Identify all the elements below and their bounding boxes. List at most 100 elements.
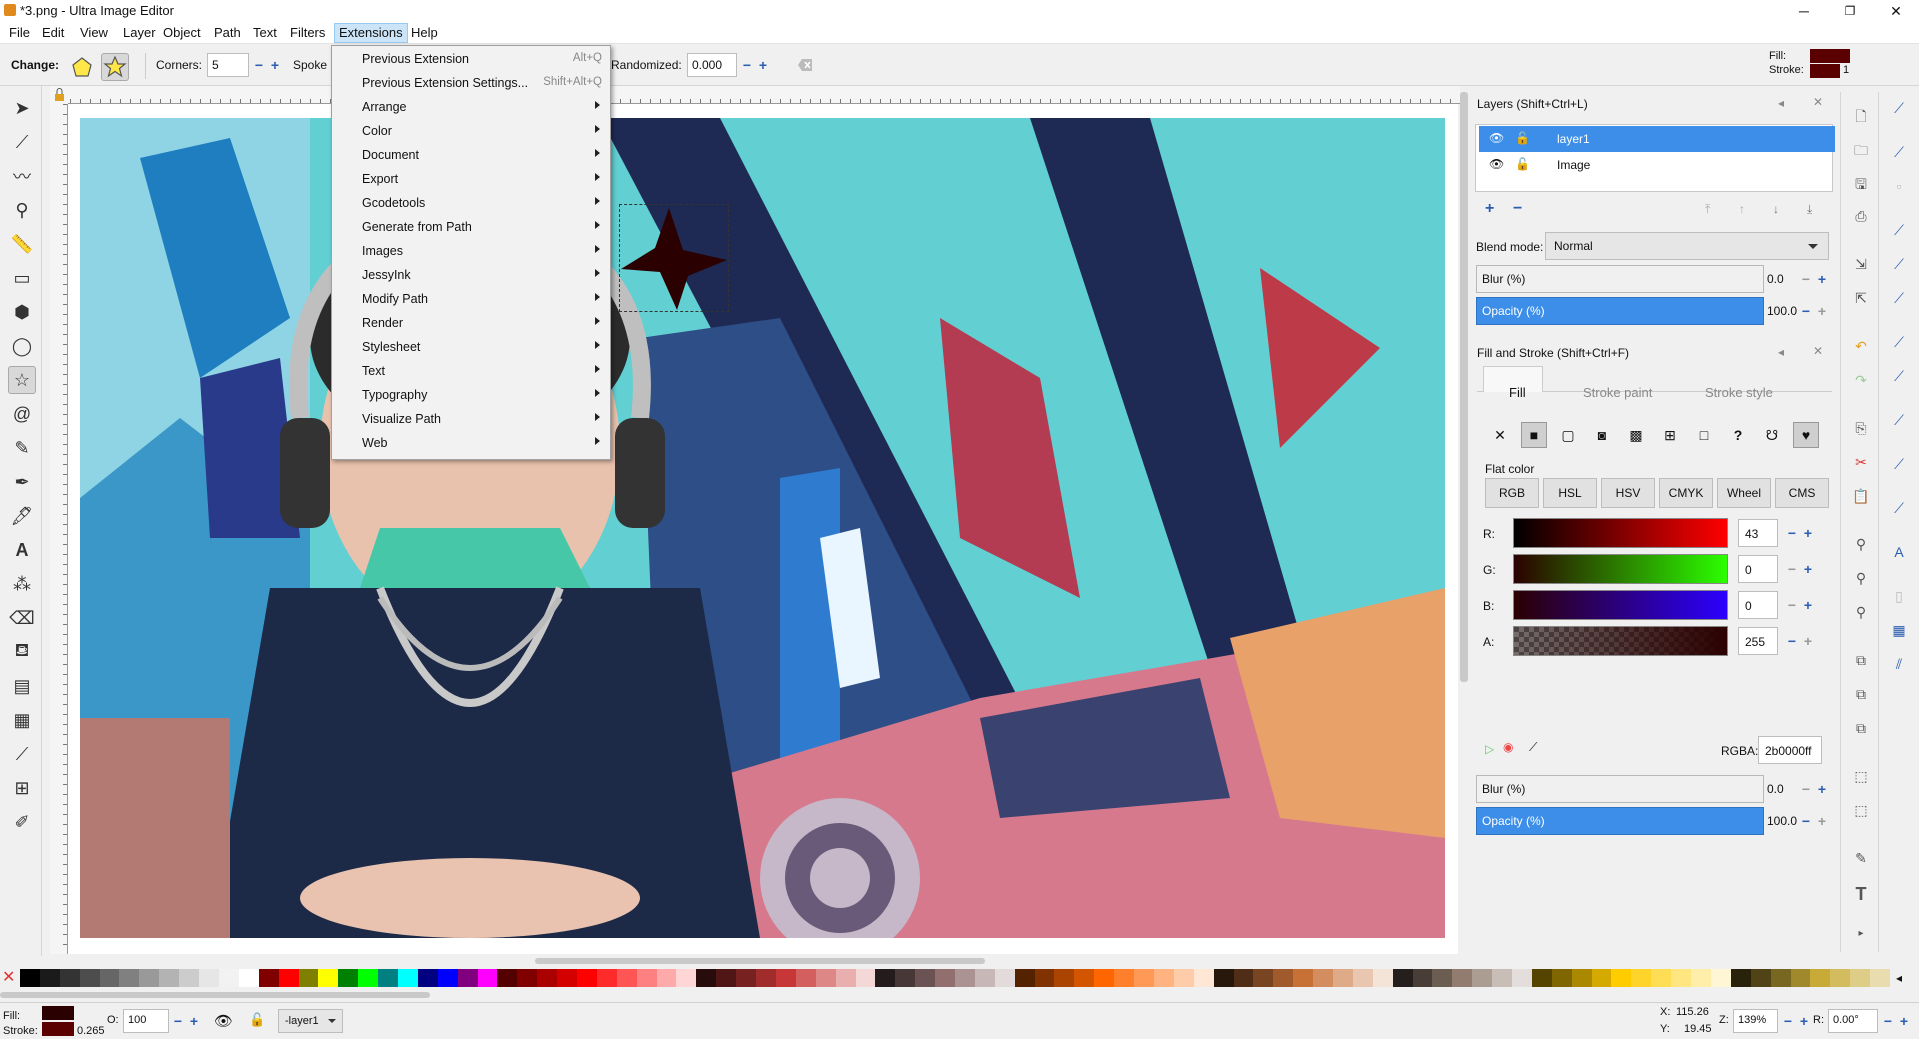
palette-swatch[interactable]: [1551, 969, 1572, 987]
palette-swatch[interactable]: [1253, 969, 1274, 987]
palette-swatch[interactable]: [815, 969, 836, 987]
palette-swatch[interactable]: [1611, 969, 1632, 987]
menu-item-stylesheet[interactable]: Stylesheet: [332, 335, 610, 359]
palette-swatch[interactable]: [397, 969, 418, 987]
palette-swatch[interactable]: [1750, 969, 1771, 987]
palette-swatch[interactable]: [1512, 969, 1533, 987]
ungroup-icon[interactable]: ⬚: [1851, 802, 1871, 822]
palette-swatch[interactable]: [477, 969, 498, 987]
menu-item-gcodetools[interactable]: Gcodetools: [332, 191, 610, 215]
channel-a-decrease[interactable]: −: [1785, 634, 1799, 648]
node-tool-icon[interactable]: ⟋: [8, 128, 36, 156]
connector-tool-icon[interactable]: ⊞: [8, 774, 36, 802]
zoom-input[interactable]: 139%: [1733, 1009, 1778, 1033]
channel-b-decrease[interactable]: −: [1785, 598, 1799, 612]
palette-swatch[interactable]: [1173, 969, 1194, 987]
new-document-icon[interactable]: 🗋: [1851, 106, 1871, 126]
menu-item-web[interactable]: Web: [332, 431, 610, 455]
corners-input[interactable]: 5: [207, 53, 249, 77]
palette-swatch[interactable]: [1810, 969, 1831, 987]
layer-opacity-increase[interactable]: +: [1815, 304, 1829, 318]
layer-row-image[interactable]: 👁 🔓 Image: [1479, 152, 1835, 178]
mesh-gradient-icon[interactable]: ▩: [1623, 422, 1649, 448]
channel-r-slider[interactable]: [1513, 518, 1728, 548]
canvas[interactable]: [68, 104, 1458, 954]
palette-swatch[interactable]: [616, 969, 637, 987]
snap-rotation-center-icon[interactable]: ⟋: [1889, 500, 1909, 520]
channel-b-input[interactable]: 0: [1738, 591, 1778, 619]
channel-r-input[interactable]: 43: [1738, 519, 1778, 547]
menu-layer[interactable]: Layer: [119, 25, 160, 40]
rgba-input[interactable]: 2b0000ff: [1758, 736, 1822, 764]
palette-swatch[interactable]: [1671, 969, 1692, 987]
snap-centers-icon[interactable]: ⟋: [1889, 456, 1909, 476]
swatch-icon[interactable]: □: [1691, 422, 1717, 448]
star-shape[interactable]: [619, 204, 731, 314]
palette-swatch[interactable]: [159, 969, 180, 987]
channel-r-increase[interactable]: +: [1801, 526, 1815, 540]
layer-blur-decrease[interactable]: −: [1799, 272, 1813, 286]
gradient-tool-icon[interactable]: ▤: [8, 672, 36, 700]
lpe-tool-icon[interactable]: ✐: [8, 808, 36, 836]
palette-swatch[interactable]: [278, 969, 299, 987]
paint-bucket-tool-icon[interactable]: ⛾: [8, 638, 36, 666]
palette-swatch[interactable]: [1014, 969, 1035, 987]
palette-swatch[interactable]: [756, 969, 777, 987]
zoom-selection-icon[interactable]: ⚲: [1851, 536, 1871, 556]
palette-swatch[interactable]: [20, 969, 40, 987]
stroke-color-swatch[interactable]: [1810, 64, 1840, 78]
rotation-input[interactable]: 0.00°: [1828, 1009, 1878, 1033]
palette-swatch[interactable]: [557, 969, 578, 987]
palette-swatch[interactable]: [517, 969, 538, 987]
palette-swatch[interactable]: [855, 969, 876, 987]
text-font-icon[interactable]: T: [1851, 884, 1871, 904]
add-layer-icon[interactable]: +: [1485, 200, 1494, 218]
layer-blur-increase[interactable]: +: [1815, 272, 1829, 286]
zoom-decrease[interactable]: −: [1781, 1014, 1795, 1028]
palette-swatch[interactable]: [935, 969, 956, 987]
eraser-tool-icon[interactable]: ⌫: [8, 604, 36, 632]
pencil-tool-icon[interactable]: ✎: [8, 434, 36, 462]
palette-swatch[interactable]: [139, 969, 160, 987]
tab-stroke-paint[interactable]: Stroke paint: [1583, 385, 1652, 400]
menu-item-visualize-path[interactable]: Visualize Path: [332, 407, 610, 431]
palette-swatch[interactable]: [318, 969, 339, 987]
object-opacity-slider[interactable]: Opacity (%): [1476, 807, 1764, 835]
panel-iconify-icon[interactable]: ◂: [1778, 96, 1784, 110]
palette-swatch[interactable]: [716, 969, 737, 987]
palette-swatch[interactable]: [59, 969, 80, 987]
palette-swatch[interactable]: [1034, 969, 1055, 987]
palette-swatch[interactable]: [119, 969, 140, 987]
no-color-icon[interactable]: ✕: [2, 970, 18, 986]
palette-swatch[interactable]: [1571, 969, 1592, 987]
palette-swatch[interactable]: [39, 969, 60, 987]
object-opacity-increase[interactable]: +: [1815, 814, 1829, 828]
palette-swatch[interactable]: [1452, 969, 1473, 987]
menu-file[interactable]: File: [5, 25, 34, 40]
snap-guides-icon[interactable]: ⫽: [1889, 656, 1909, 676]
toggle-visibility-icon[interactable]: 👁: [214, 1012, 233, 1030]
pattern-icon[interactable]: ⊞: [1657, 422, 1683, 448]
eye-icon[interactable]: 👁: [1489, 131, 1504, 145]
unlink-clone-icon[interactable]: ⧉: [1851, 720, 1871, 740]
palette-swatch[interactable]: [955, 969, 975, 987]
palette-swatch[interactable]: [1153, 969, 1174, 987]
menu-item-arrange[interactable]: Arrange: [332, 95, 610, 119]
spray-tool-icon[interactable]: ⁂: [8, 570, 36, 598]
mode-wheel-button[interactable]: Wheel: [1717, 478, 1771, 508]
palette-swatch[interactable]: [1432, 969, 1453, 987]
snap-midpoints-icon[interactable]: ⟋: [1889, 412, 1909, 432]
menu-item-images[interactable]: Images: [332, 239, 610, 263]
panel-close-icon[interactable]: ✕: [1813, 344, 1823, 358]
zoom-tool-icon[interactable]: ⚲: [8, 196, 36, 224]
palette-swatch[interactable]: [1531, 969, 1552, 987]
palette-swatch[interactable]: [1213, 969, 1234, 987]
randomized-input[interactable]: 0.000: [687, 53, 737, 77]
rotation-decrease[interactable]: −: [1881, 1014, 1895, 1028]
star-tool-icon[interactable]: ☆: [8, 366, 36, 394]
palette-swatch[interactable]: [1412, 969, 1433, 987]
palette-swatch[interactable]: [179, 969, 200, 987]
palette-swatch[interactable]: [1372, 969, 1393, 987]
clone-icon[interactable]: ⧉: [1851, 686, 1871, 706]
raise-layer-icon[interactable]: ↑: [1739, 202, 1745, 216]
